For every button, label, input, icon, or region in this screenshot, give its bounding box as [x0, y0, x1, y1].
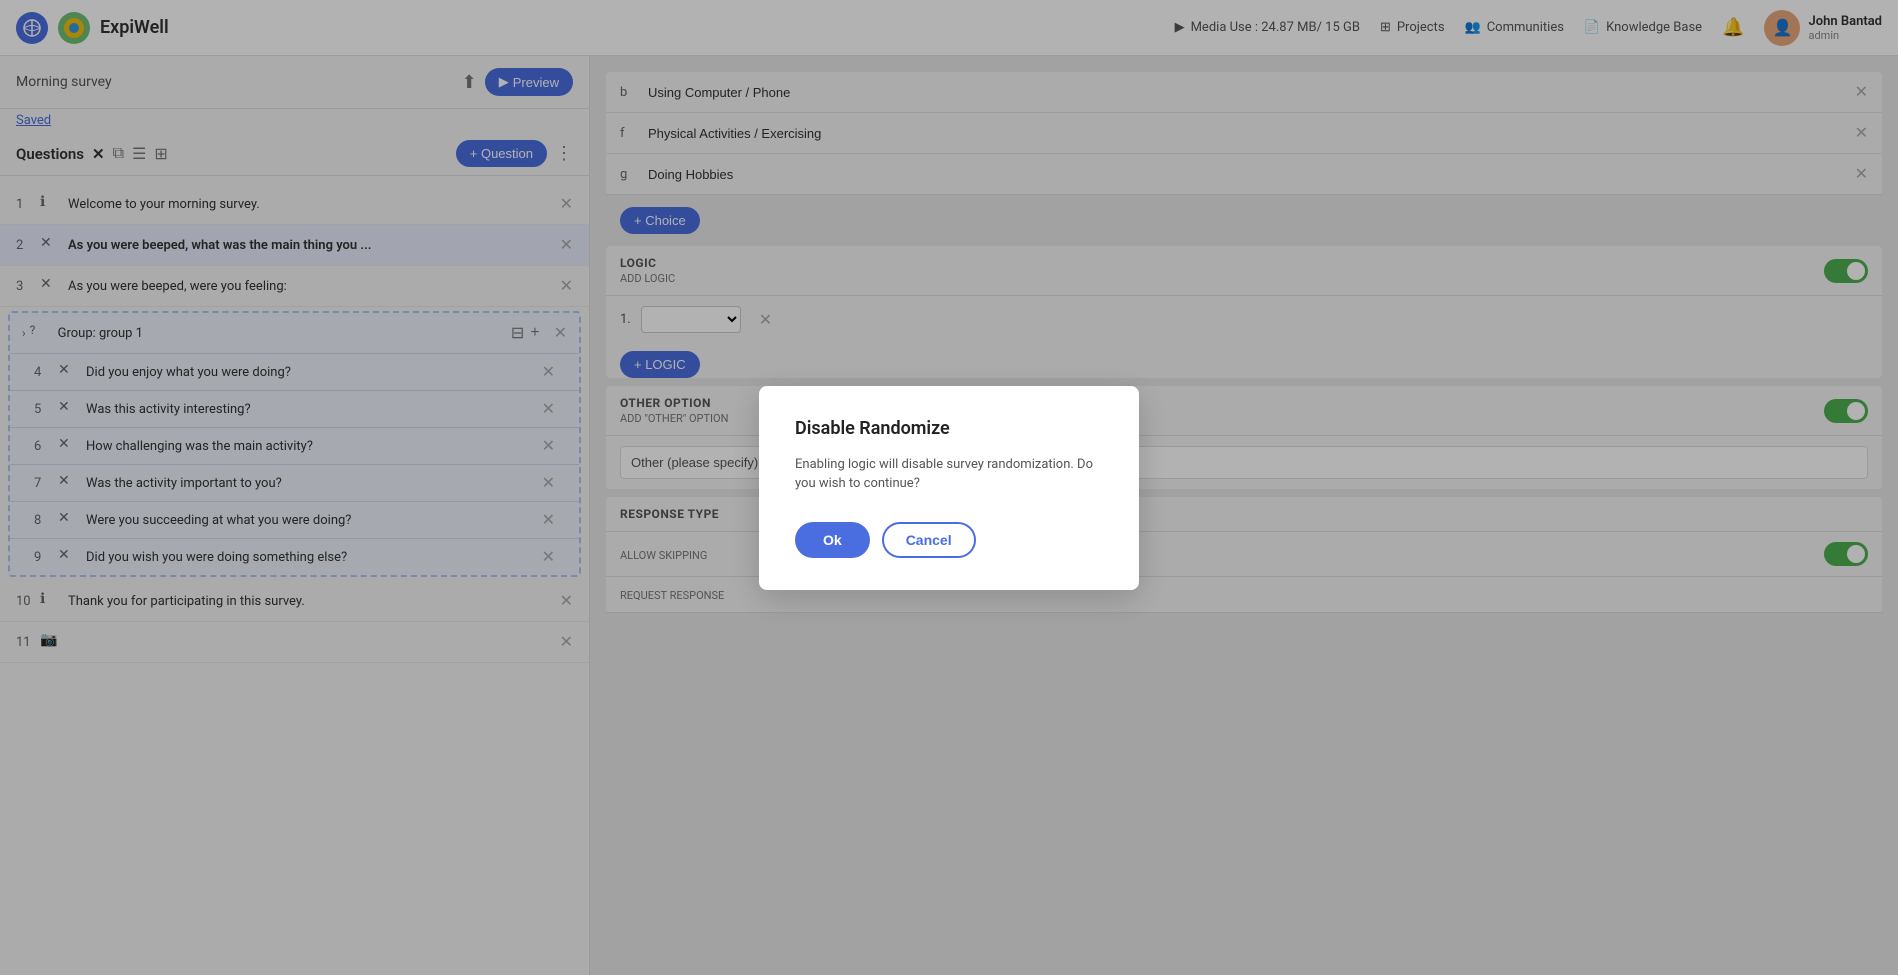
modal-overlay: Disable Randomize Enabling logic will di… — [0, 0, 1898, 975]
disable-randomize-modal: Disable Randomize Enabling logic will di… — [759, 386, 1139, 590]
modal-buttons: Ok Cancel — [795, 522, 1103, 558]
modal-message: Enabling logic will disable survey rando… — [795, 455, 1103, 494]
modal-ok-button[interactable]: Ok — [795, 522, 870, 558]
modal-title: Disable Randomize — [795, 418, 1103, 439]
modal-cancel-button[interactable]: Cancel — [882, 522, 976, 558]
